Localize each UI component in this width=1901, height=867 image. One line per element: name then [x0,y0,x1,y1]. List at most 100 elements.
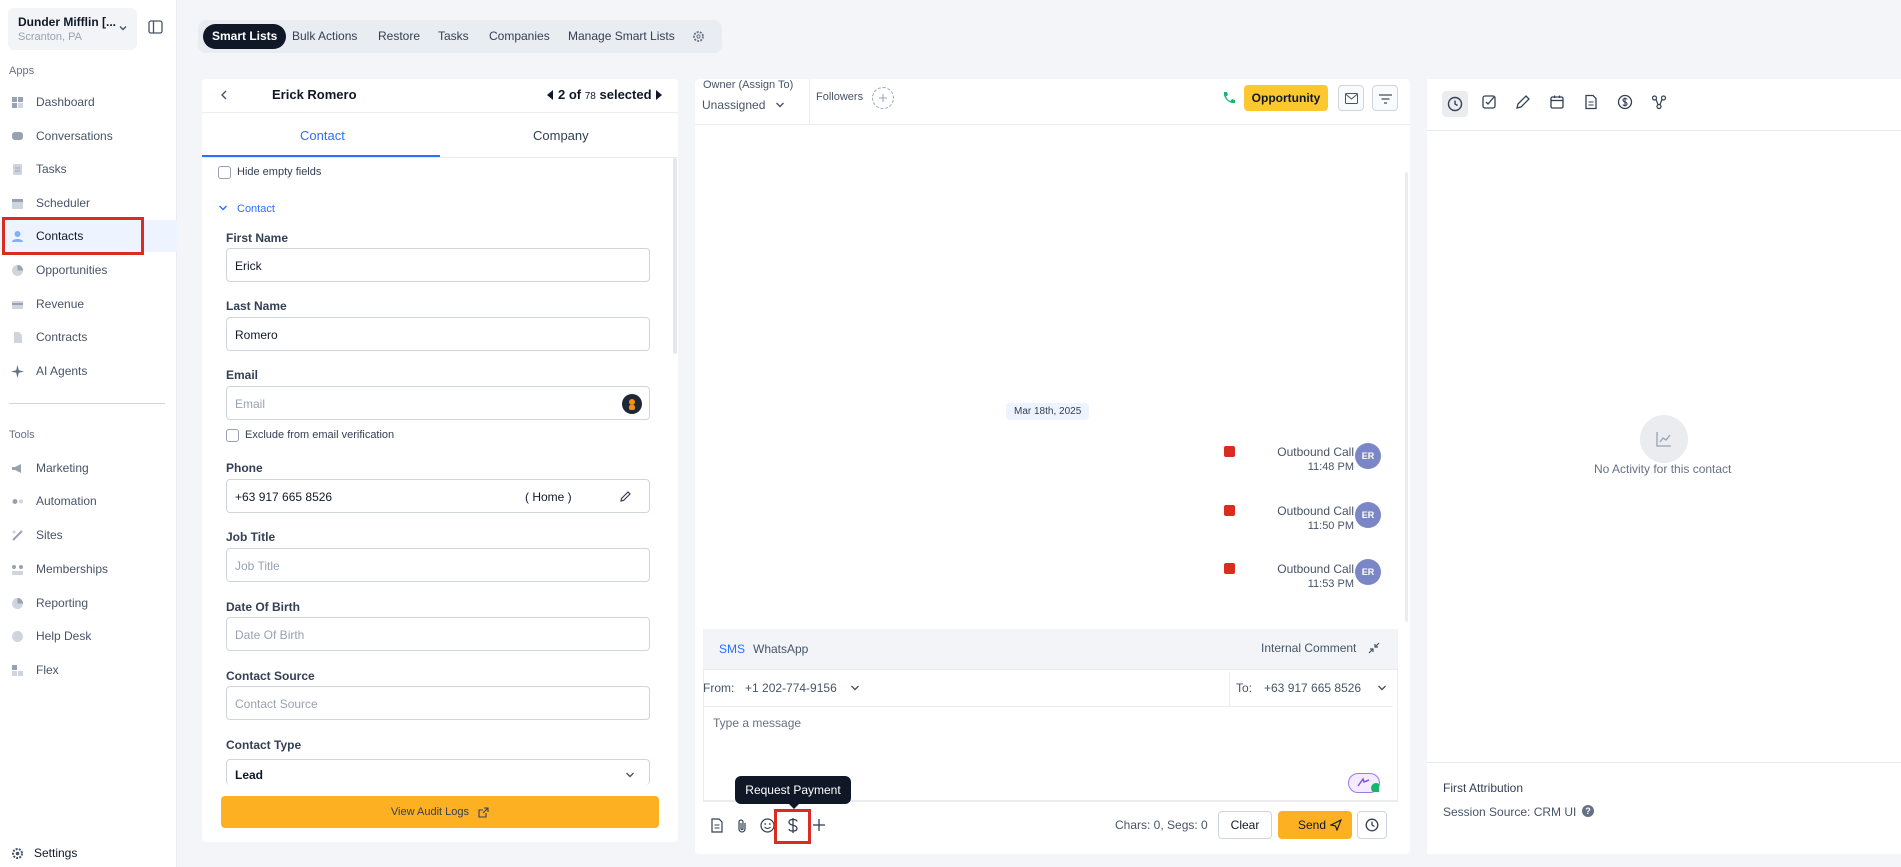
calendar-icon[interactable] [1549,94,1567,112]
contact-section-title[interactable]: Contact [237,203,275,215]
sidebar-collapse-icon[interactable] [148,20,163,34]
job-title-field[interactable]: Job Title [226,548,650,582]
schedule-send-button[interactable] [1357,811,1387,839]
sidebar-item-automation[interactable]: Automation [0,485,177,517]
pencil-icon[interactable] [619,490,632,503]
opportunity-button[interactable]: Opportunity [1244,85,1328,111]
workflow-icon[interactable] [1651,94,1669,112]
to-number-select[interactable]: +63 917 665 8526 [1264,681,1361,695]
ai-assist-toggle[interactable] [1348,773,1380,793]
view-audit-logs-button[interactable]: View Audit Logs [221,796,659,828]
sidebar-item-contracts[interactable]: Contracts [0,321,177,353]
sidebar-item-scheduler[interactable]: Scheduler [0,187,177,219]
gear-icon [11,847,24,860]
message-time: 11:48 PM [1307,461,1354,473]
chevron-down-icon[interactable] [850,683,860,693]
first-name-field[interactable]: Erick [226,248,650,282]
pie-icon [11,597,24,610]
help-icon[interactable]: ? [1582,805,1594,817]
prev-record-icon[interactable] [547,90,553,100]
document-icon[interactable] [710,818,724,833]
contact-source-placeholder: Contact Source [235,697,318,711]
tab-whatsapp[interactable]: WhatsApp [753,642,808,656]
sidebar-item-revenue[interactable]: Revenue [0,288,177,320]
tab-bulk-actions[interactable]: Bulk Actions [292,29,357,43]
message-item[interactable]: Outbound Call 11:48 PM [1224,445,1354,479]
contact-type-select[interactable]: Lead [226,759,650,785]
gear-icon[interactable] [692,30,705,43]
location-switcher[interactable]: Dunder Mifflin [... Scranton, PA [8,8,137,50]
email-avatar-icon[interactable] [622,394,642,414]
job-title-label: Job Title [226,530,276,544]
sidebar-item-reporting[interactable]: Reporting [0,587,177,619]
tab-restore[interactable]: Restore [378,29,420,43]
pager-current: 2 of [558,87,582,102]
sidebar-item-label: Revenue [36,297,85,311]
plus-icon[interactable] [812,818,826,832]
back-chevron-icon[interactable] [220,90,229,100]
opportunity-icon [11,264,24,277]
pencil-icon[interactable] [1515,94,1533,112]
tab-manage-smart-lists[interactable]: Manage Smart Lists [568,29,675,43]
next-record-icon[interactable] [656,90,662,100]
task-check-icon[interactable] [1481,94,1499,112]
message-item[interactable]: Outbound Call 11:53 PM [1224,562,1354,596]
last-name-value: Romero [235,328,278,342]
email-field[interactable]: Email [226,386,650,420]
tab-smart-lists[interactable]: Smart Lists [203,24,287,49]
document-icon[interactable] [1583,94,1601,112]
phone-call-icon [1224,505,1235,516]
attachment-icon[interactable] [736,818,748,833]
chevron-down-icon[interactable] [1377,683,1387,693]
message-input[interactable]: Type a message [713,716,801,730]
sidebar-item-ai-agents[interactable]: AI Agents [0,355,177,387]
hide-empty-checkbox[interactable] [218,166,231,179]
phone-type[interactable]: ( Home ) [525,490,572,504]
tools-section-label: Tools [9,429,35,441]
emoji-icon[interactable] [760,818,775,833]
sidebar-item-marketing[interactable]: Marketing [0,452,177,484]
chevron-down-icon[interactable] [775,100,785,110]
contact-name-title: Erick Romero [272,87,357,102]
contact-type-label: Contact Type [226,738,302,752]
sidebar-item-tasks[interactable]: Tasks [0,153,177,185]
sidebar-item-flex[interactable]: Flex [0,654,177,686]
sidebar-item-opportunities[interactable]: Opportunities [0,254,177,286]
send-button[interactable]: Send [1278,811,1352,839]
message-item[interactable]: Outbound Call 11:50 PM [1224,504,1354,538]
tab-contact[interactable]: Contact [300,128,345,143]
owner-select[interactable]: Unassigned [702,98,765,112]
exclude-verification-checkbox[interactable] [226,429,239,442]
add-follower-button[interactable] [872,87,894,109]
chevron-down-icon[interactable] [218,203,228,213]
phone-field[interactable]: +63 917 665 8526 ( Home ) [226,479,650,513]
sidebar-item-conversations[interactable]: Conversations [0,120,177,152]
avatar: ER [1355,502,1381,528]
scrollbar[interactable] [673,158,677,354]
last-name-field[interactable]: Romero [226,317,650,351]
sidebar-item-sites[interactable]: Sites [0,519,177,551]
sidebar-item-label: Tasks [36,162,67,176]
from-number-select[interactable]: +1 202-774-9156 [745,681,837,695]
tab-tasks[interactable]: Tasks [438,29,469,43]
email-button[interactable] [1338,85,1364,111]
phone-call-icon[interactable] [1221,90,1237,106]
owner-label: Owner (Assign To) [703,79,794,91]
clear-button[interactable]: Clear [1218,811,1272,839]
tab-sms[interactable]: SMS [719,642,745,656]
dollar-circle-icon[interactable] [1617,94,1635,112]
tab-company[interactable]: Company [533,128,589,143]
tab-companies[interactable]: Companies [489,29,550,43]
contact-source-field[interactable]: Contact Source [226,686,650,720]
sidebar-item-memberships[interactable]: Memberships [0,553,177,585]
sidebar-divider [9,403,165,404]
scrollbar[interactable] [1405,172,1408,622]
filter-button[interactable] [1372,85,1398,111]
sidebar-item-settings[interactable]: Settings [0,837,177,867]
activity-tab-button[interactable] [1442,91,1468,117]
internal-comment-tab[interactable]: Internal Comment [1261,641,1356,655]
dob-field[interactable]: Date Of Birth [226,617,650,651]
collapse-icon[interactable] [1368,642,1380,654]
sidebar-item-dashboard[interactable]: Dashboard [0,86,177,118]
sidebar-item-help-desk[interactable]: Help Desk [0,620,177,652]
